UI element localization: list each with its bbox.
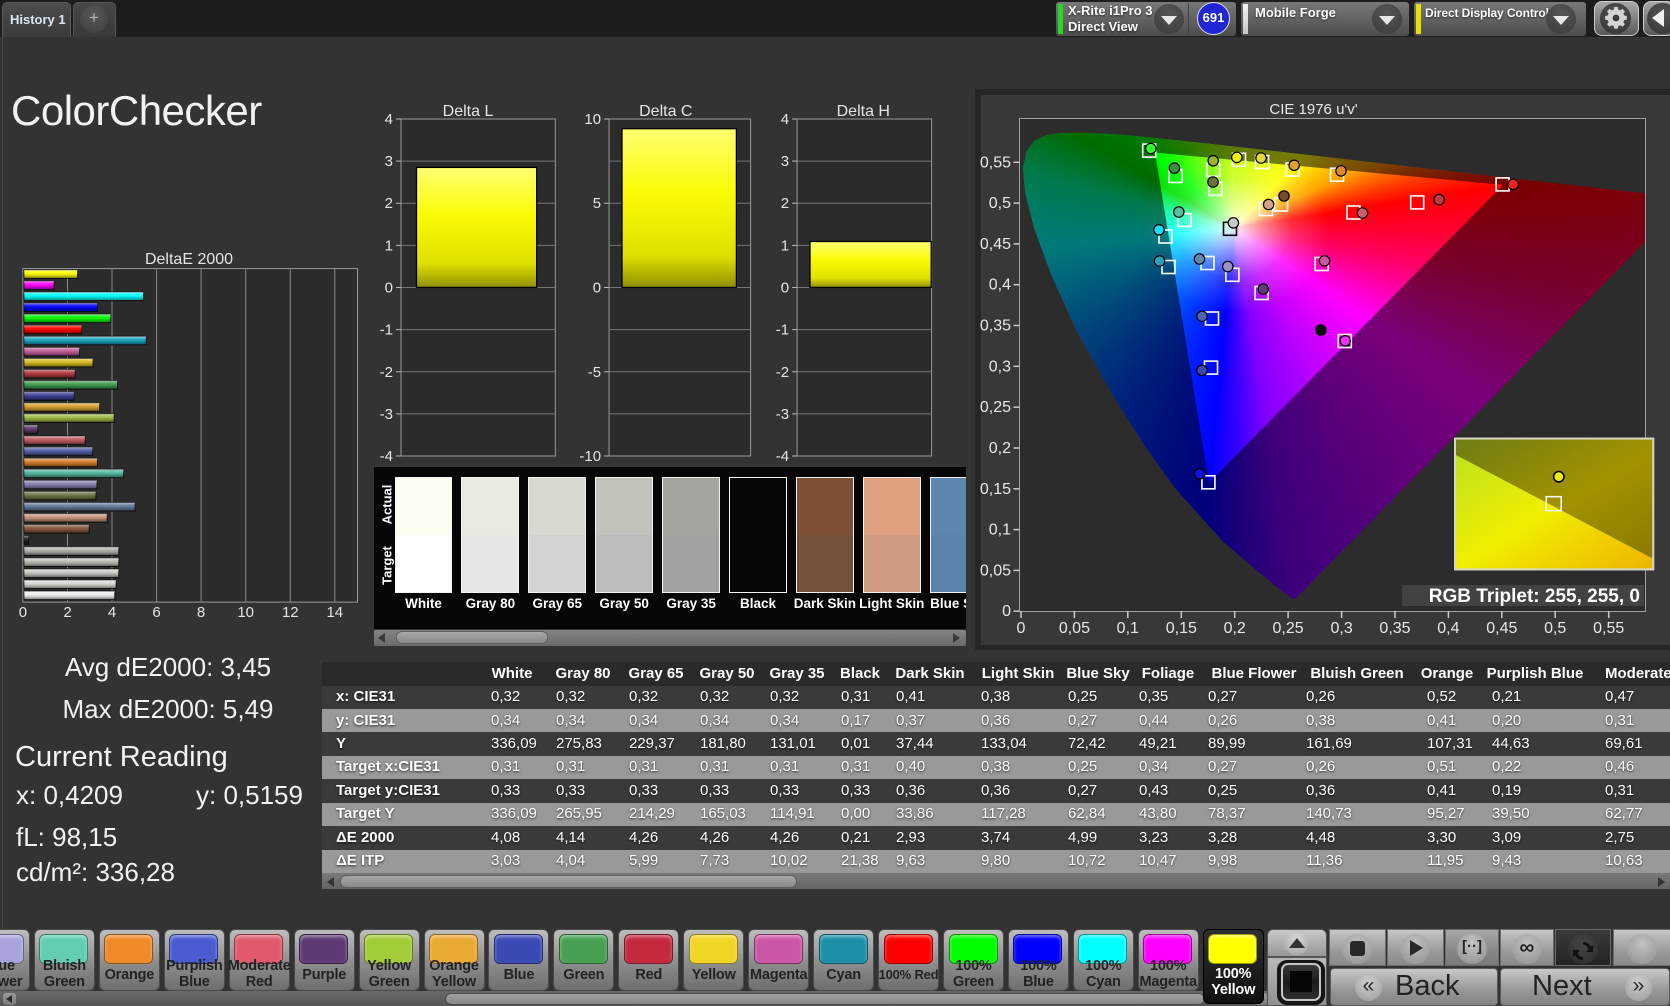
svg-text:0,2: 0,2	[989, 440, 1011, 457]
svg-text:-5: -5	[588, 364, 601, 381]
svg-text:0: 0	[1002, 603, 1011, 620]
svg-text:-1: -1	[380, 322, 393, 339]
svg-text:8: 8	[197, 604, 205, 621]
svg-text:DeltaE 2000: DeltaE 2000	[145, 251, 233, 268]
svg-text:0,4: 0,4	[1437, 620, 1459, 637]
svg-text:0,55: 0,55	[980, 154, 1011, 171]
svg-text:1: 1	[781, 237, 789, 254]
svg-text:-10: -10	[579, 448, 601, 465]
svg-text:0,3: 0,3	[989, 358, 1011, 375]
svg-text:Delta C: Delta C	[639, 103, 692, 120]
svg-text:0,1: 0,1	[1117, 620, 1139, 637]
svg-text:0,3: 0,3	[1330, 620, 1352, 637]
svg-text:10: 10	[237, 604, 254, 621]
svg-text:4: 4	[781, 111, 789, 128]
svg-text:12: 12	[282, 604, 299, 621]
svg-text:4: 4	[108, 604, 116, 621]
svg-text:0,05: 0,05	[980, 562, 1011, 579]
svg-text:0,15: 0,15	[980, 481, 1011, 498]
svg-text:2: 2	[781, 195, 789, 212]
svg-text:0: 0	[19, 604, 27, 621]
svg-text:0,55: 0,55	[1593, 620, 1624, 637]
svg-text:1: 1	[385, 237, 393, 254]
svg-text:14: 14	[326, 604, 343, 621]
svg-text:-2: -2	[776, 364, 789, 381]
svg-text:-4: -4	[380, 448, 393, 465]
svg-text:0,4: 0,4	[989, 277, 1011, 294]
svg-text:0,5: 0,5	[989, 195, 1011, 212]
svg-text:0,15: 0,15	[1166, 620, 1197, 637]
svg-text:0,35: 0,35	[980, 318, 1011, 335]
svg-text:0: 0	[385, 280, 393, 297]
svg-text:-3: -3	[380, 406, 393, 423]
svg-text:0,2: 0,2	[1224, 620, 1246, 637]
svg-text:Delta L: Delta L	[443, 103, 494, 120]
svg-text:10: 10	[584, 111, 601, 128]
svg-text:0,25: 0,25	[980, 399, 1011, 416]
svg-text:6: 6	[152, 604, 160, 621]
svg-text:Delta H: Delta H	[837, 103, 890, 120]
svg-text:0,5: 0,5	[1544, 620, 1566, 637]
svg-text:0,35: 0,35	[1379, 620, 1410, 637]
svg-text:0,25: 0,25	[1273, 620, 1304, 637]
svg-text:0,45: 0,45	[1486, 620, 1517, 637]
svg-text:2: 2	[385, 195, 393, 212]
svg-text:3: 3	[385, 153, 393, 170]
svg-text:-2: -2	[380, 364, 393, 381]
svg-text:-1: -1	[776, 322, 789, 339]
svg-text:5: 5	[593, 195, 601, 212]
svg-text:0: 0	[593, 280, 601, 297]
svg-text:4: 4	[385, 111, 393, 128]
svg-text:0,45: 0,45	[980, 236, 1011, 253]
svg-text:RGB Triplet: 255, 255, 0: RGB Triplet: 255, 255, 0	[1429, 586, 1640, 607]
svg-text:0: 0	[1017, 620, 1026, 637]
svg-text:0,05: 0,05	[1059, 620, 1090, 637]
svg-text:-4: -4	[776, 448, 789, 465]
svg-text:0,1: 0,1	[989, 522, 1011, 539]
svg-text:2: 2	[63, 604, 71, 621]
svg-text:3: 3	[781, 153, 789, 170]
svg-text:0: 0	[781, 280, 789, 297]
svg-text:-3: -3	[776, 406, 789, 423]
